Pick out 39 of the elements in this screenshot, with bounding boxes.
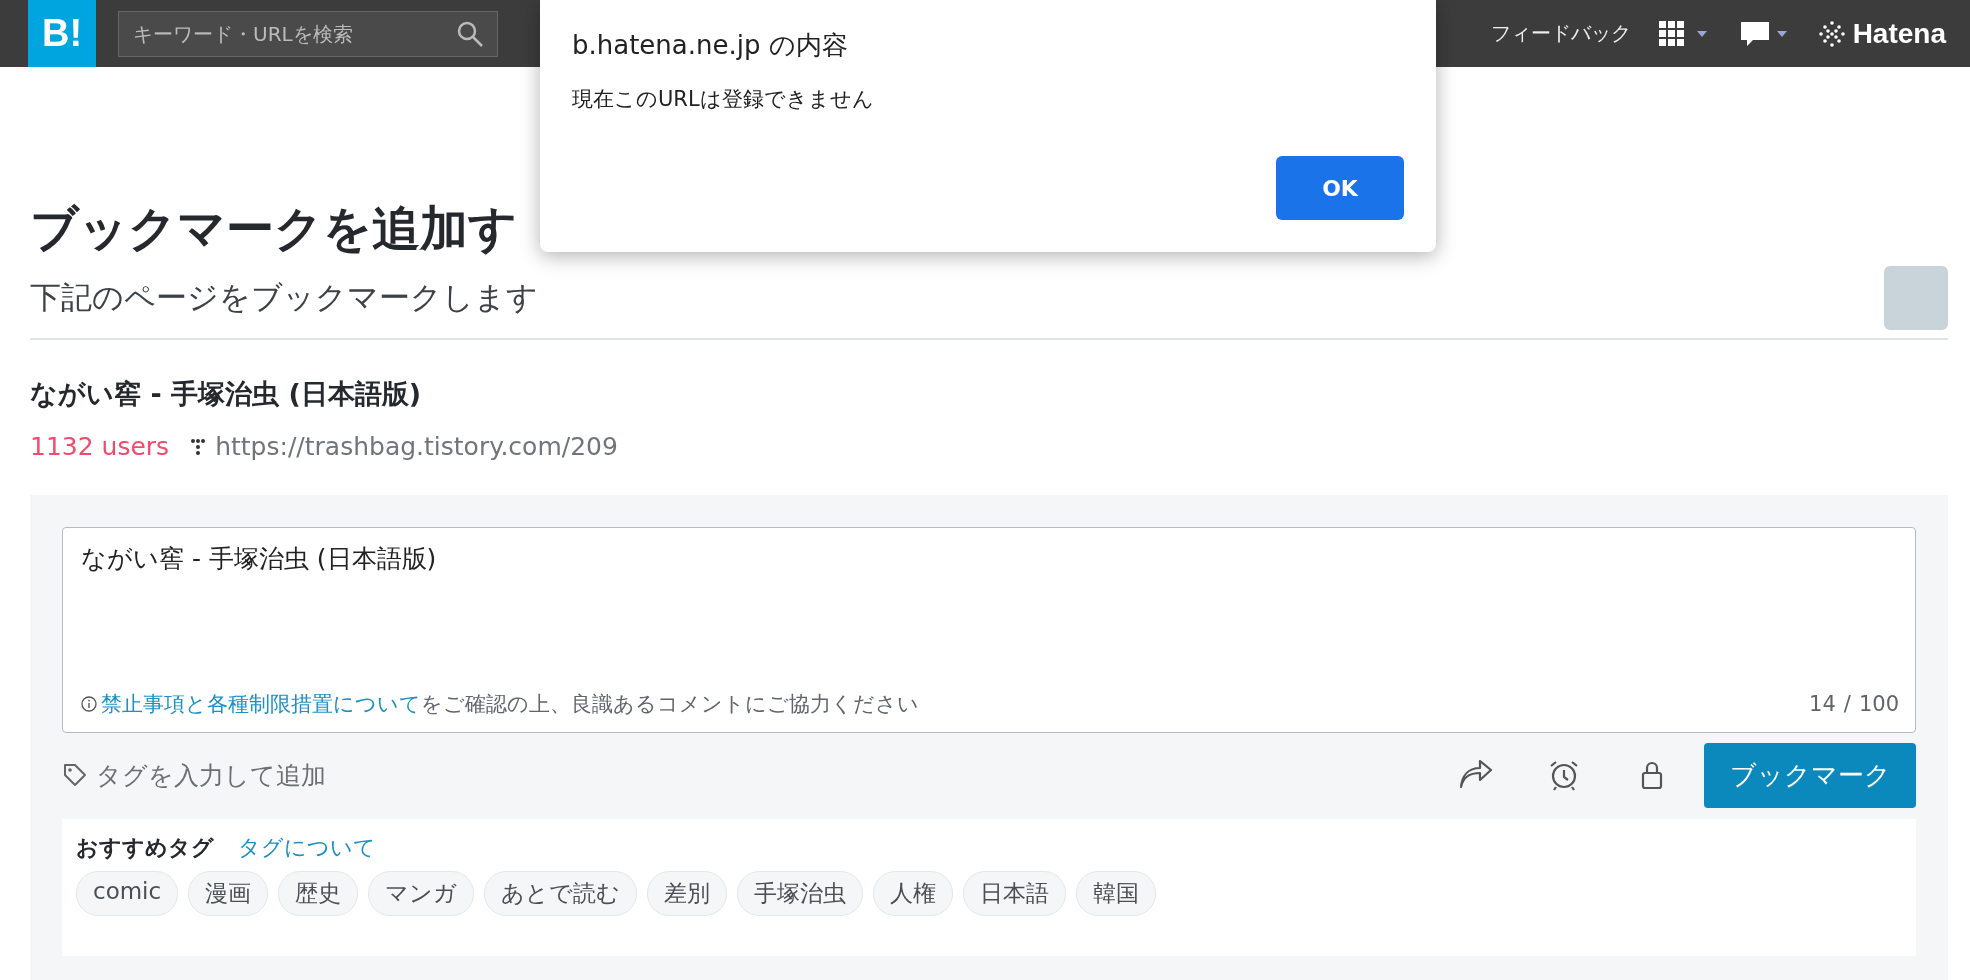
comment-field[interactable]: ながい窖 - 手塚治虫 (日本語版) 禁止事項と各種制限措置について をご確認の上、良識あるコメントにご協力ください 14 / 100 bbox=[62, 527, 1916, 733]
tag-chip[interactable]: あとで読む bbox=[484, 871, 638, 916]
hatena-brand[interactable]: Hatena bbox=[1852, 17, 1946, 50]
count-separator: / bbox=[1843, 692, 1851, 716]
page-heading: ブックマークを追加す bbox=[30, 199, 517, 258]
dialog-title: b.hatena.ne.jp の内容 bbox=[572, 29, 849, 62]
tag-chip[interactable]: 日本語 bbox=[963, 871, 1067, 916]
search-field[interactable]: キーワード・URLを検索 bbox=[118, 10, 498, 57]
tag-chip[interactable]: 韓国 bbox=[1076, 871, 1157, 916]
bookmark-submit-button[interactable]: ブックマーク bbox=[1704, 742, 1916, 808]
tag-chip[interactable]: 漫画 bbox=[188, 871, 269, 916]
feedback-link[interactable]: フィードバック bbox=[1490, 20, 1631, 47]
dialog-message: 現在このURLは登録できません bbox=[572, 86, 875, 113]
share-arrow-icon[interactable] bbox=[1458, 760, 1494, 790]
tag-chip[interactable]: 人権 bbox=[873, 871, 954, 916]
guideline-notice: 禁止事項と各種制限措置について をご確認の上、良識あるコメントにご協力ください bbox=[101, 691, 919, 718]
tag-chip[interactable]: 差別 bbox=[647, 871, 728, 916]
about-tags-link[interactable]: タグについて bbox=[238, 833, 376, 863]
favicon-icon bbox=[191, 438, 206, 455]
entry-title: ながい窖 - 手塚治虫 (日本語版) bbox=[30, 377, 423, 411]
dotted-logo-icon[interactable] bbox=[1818, 20, 1845, 47]
entry-url[interactable]: https://trashbag.tistory.com/209 bbox=[215, 432, 618, 461]
char-limit: 100 bbox=[1858, 692, 1899, 716]
char-count: 14 bbox=[1809, 692, 1836, 716]
tag-input[interactable]: タグを入力して追加 bbox=[94, 759, 598, 791]
alarm-clock-icon[interactable] bbox=[1548, 759, 1580, 791]
tag-chip[interactable]: 歴史 bbox=[278, 871, 359, 916]
tag-chip[interactable]: comic bbox=[76, 871, 179, 916]
search-icon[interactable] bbox=[456, 19, 484, 48]
bookmark-users-count[interactable]: 1132 users bbox=[30, 432, 170, 461]
tag-icon bbox=[62, 762, 88, 788]
ok-button[interactable]: OK bbox=[1276, 156, 1404, 220]
guideline-link[interactable]: 禁止事項と各種制限措置について bbox=[101, 692, 421, 716]
tag-chip[interactable]: マンガ bbox=[368, 871, 475, 916]
tag-chip[interactable]: 手塚治虫 bbox=[737, 871, 864, 916]
page-subtitle: 下記のページをブックマークします bbox=[30, 278, 538, 317]
info-icon bbox=[81, 696, 97, 712]
lock-icon[interactable] bbox=[1640, 760, 1664, 790]
recommended-tags-title: おすすめタグ bbox=[76, 834, 214, 862]
